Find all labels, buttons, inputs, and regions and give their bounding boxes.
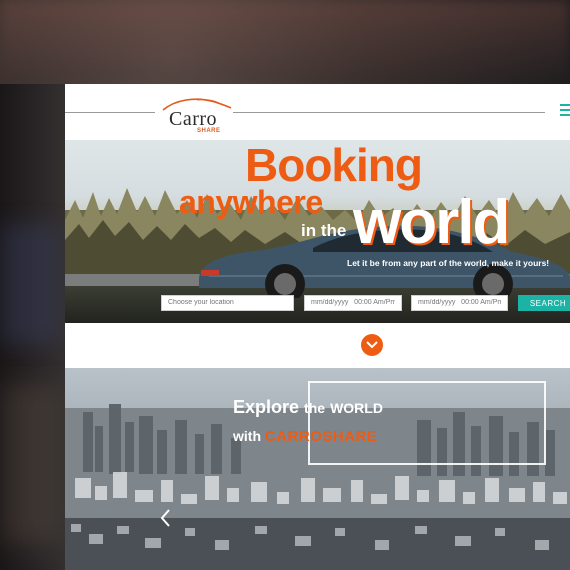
explore-word: Explore [233,397,300,417]
hero-tagline: Let it be from any part of the world, ma… [347,258,550,268]
header-divider-right [233,112,545,113]
menu-icon[interactable] [560,104,570,118]
location-input[interactable] [161,295,294,311]
logo[interactable]: Carro SHARE [157,94,237,138]
background-glow [0,224,60,344]
explore-the: the [304,400,326,416]
website-mockup: Carro SHARE Booking anywhere world in th [65,84,570,570]
background-blur-left [0,84,65,570]
explore-world: WORLD [330,400,383,416]
explore-with: with [233,428,261,444]
scroll-down-button[interactable] [361,334,383,356]
explore-subheading: with CARROSHARE [233,428,377,445]
chevron-left-icon[interactable] [159,508,171,528]
pickup-datetime-input[interactable] [304,295,402,311]
hero-title-booking: Booking [245,140,423,191]
hero-banner: Booking anywhere world in the Let it be … [65,140,570,323]
background-blur-top [0,0,570,84]
dropoff-datetime-input[interactable] [411,295,508,311]
hero-title-in-the: in the [301,221,347,240]
search-button[interactable]: SEARCH [518,295,570,311]
explore-section: Explore the WORLD with CARROSHARE [65,368,570,570]
hero-title-world: world [353,188,510,257]
explore-brand: CARROSHARE [264,428,378,445]
background-glow [0,384,60,544]
explore-frame [308,381,546,465]
header-divider-left [65,112,155,113]
logo-subtext: SHARE [197,128,221,134]
chevron-down-icon [366,341,378,349]
search-form: SEARCH [65,295,570,315]
site-header: Carro SHARE [65,84,570,140]
explore-heading: Explore the WORLD [233,397,383,418]
hero-title-anywhere: anywhere [179,184,323,220]
